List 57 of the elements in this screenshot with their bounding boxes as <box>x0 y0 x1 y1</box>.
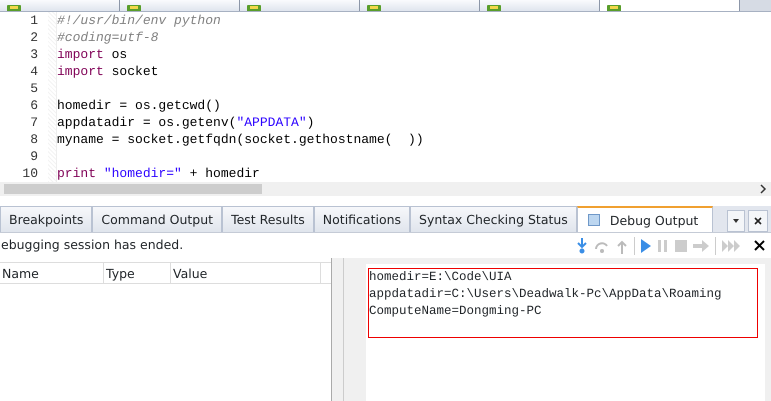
file-tab[interactable] <box>480 0 600 11</box>
code-line: import os <box>57 46 128 63</box>
code-line: #coding=utf-8 <box>57 29 160 46</box>
window-icon <box>588 214 600 226</box>
horizontal-scrollbar[interactable] <box>0 182 771 196</box>
close-icon <box>754 217 762 225</box>
line-number: 6 <box>29 97 38 114</box>
code-line: import socket <box>57 63 160 80</box>
code-line: myname = socket.getfqdn(socket.gethostname( )) <box>57 131 425 148</box>
line-number: 7 <box>29 114 38 131</box>
file-icon <box>366 5 382 11</box>
file-tab[interactable] <box>240 0 360 11</box>
code-line: #!/usr/bin/env python <box>57 12 222 29</box>
output-line: homedir=E:\Code\UIA <box>369 269 513 286</box>
file-icon <box>126 5 142 11</box>
output-line: appdatadir=C:\Users\Deadwalk-Pc\AppData\Roaming <box>369 286 723 303</box>
line-number: 8 <box>29 131 38 148</box>
play-icon[interactable] <box>641 238 651 252</box>
panel-tab[interactable]: Test Results <box>222 206 314 232</box>
line-number: 4 <box>29 63 38 80</box>
file-icon <box>606 5 622 11</box>
file-icon <box>486 5 502 11</box>
panel-tab[interactable]: Breakpoints <box>0 206 92 232</box>
panel-tab[interactable]: Debug Output <box>576 206 714 232</box>
column-header[interactable]: Value <box>171 263 321 283</box>
panel-tab[interactable]: Notifications <box>314 206 410 232</box>
step-into-icon[interactable] <box>576 238 588 254</box>
caret-icon <box>733 219 739 223</box>
line-number: 1 <box>29 12 38 29</box>
line-number: 3 <box>29 46 38 63</box>
file-tab[interactable] <box>360 0 480 11</box>
file-tab[interactable] <box>0 0 120 11</box>
panel-tab[interactable]: Command Output <box>92 206 222 232</box>
line-number: 9 <box>29 148 38 165</box>
code-line: print "homedir=" + homedir <box>57 165 261 182</box>
arrow-right-icon[interactable] <box>693 240 709 252</box>
column-header[interactable]: Type <box>104 263 171 283</box>
close-button[interactable] <box>748 210 768 232</box>
code-line: appdatadir = os.getenv("APPDATA") <box>57 114 316 131</box>
panel-tab[interactable]: Syntax Checking Status <box>410 206 577 232</box>
file-tab[interactable] <box>600 0 740 11</box>
pause-icon[interactable] <box>657 238 669 252</box>
chevron-right-icon[interactable] <box>759 184 767 194</box>
file-icon <box>246 5 262 11</box>
file-icon <box>6 5 22 11</box>
dropdown-button[interactable] <box>727 210 745 232</box>
column-header[interactable]: Name <box>0 263 104 283</box>
stop-icon[interactable] <box>675 240 687 252</box>
status-message: ebugging session has ended. <box>1 236 184 254</box>
code-line: homedir = os.getcwd() <box>57 97 222 114</box>
line-number: 10 <box>21 165 38 182</box>
file-tab[interactable] <box>120 0 240 11</box>
fast-forward-icon[interactable] <box>722 240 740 252</box>
line-number: 2 <box>29 29 38 46</box>
line-number: 5 <box>29 80 38 97</box>
output-line: ComputeName=Dongming-PC <box>369 303 543 320</box>
close-icon[interactable] <box>754 240 765 251</box>
